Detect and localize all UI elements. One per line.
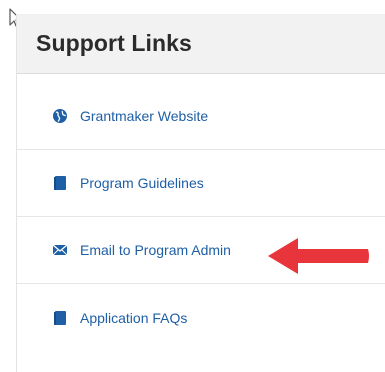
panel-header: Support Links [17, 14, 385, 74]
link-program-guidelines[interactable]: Program Guidelines [17, 150, 385, 217]
link-grantmaker-website[interactable]: Grantmaker Website [17, 82, 385, 150]
link-label[interactable]: Email to Program Admin [80, 242, 231, 258]
book-icon [52, 175, 68, 191]
panel-title: Support Links [36, 30, 192, 56]
link-label[interactable]: Application FAQs [80, 310, 187, 326]
book-icon [52, 310, 68, 326]
screenshot-page: Support Links Grantmaker Website Program… [0, 0, 385, 372]
link-application-faqs[interactable]: Application FAQs [17, 284, 385, 351]
link-label[interactable]: Program Guidelines [80, 175, 204, 191]
support-links-list: Grantmaker Website Program Guidelines Em… [17, 82, 385, 351]
red-pointer-arrow-icon [268, 238, 369, 274]
support-links-panel: Support Links Grantmaker Website Program… [16, 14, 385, 372]
envelope-icon [52, 242, 68, 258]
globe-icon [52, 108, 68, 124]
link-label[interactable]: Grantmaker Website [80, 108, 208, 124]
